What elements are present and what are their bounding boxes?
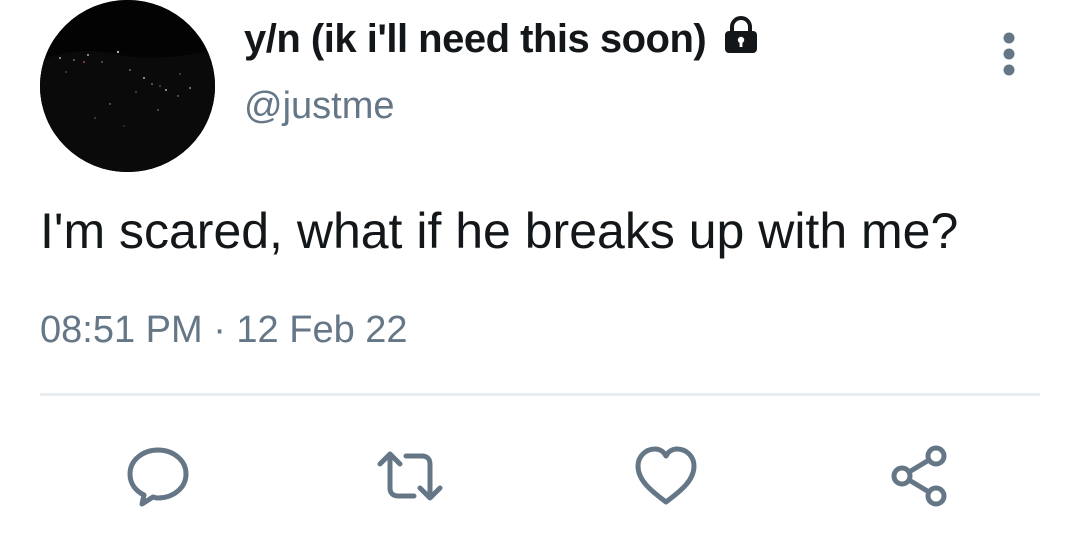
reply-icon [127,447,189,507]
avatar-night-city-image [40,0,215,172]
user-handle[interactable]: @justme [244,82,395,130]
divider [40,393,1040,396]
avatar[interactable] [40,0,215,172]
more-vertical-icon [1003,32,1015,76]
reply-button[interactable] [122,440,194,512]
tweet-timestamp[interactable]: 08:51 PM · 12 Feb 22 [40,306,408,354]
heart-icon [635,446,697,505]
share-button[interactable] [884,440,956,512]
tweet-text: I'm scared, what if he breaks up with me… [40,203,959,259]
like-button[interactable] [630,440,702,512]
retweet-icon [377,451,443,501]
display-name[interactable]: y/n (ik i'll need this soon) [244,14,707,64]
lock-icon [720,14,762,56]
share-icon [891,445,947,507]
more-options-button[interactable] [992,28,1026,80]
retweet-button[interactable] [374,440,446,512]
